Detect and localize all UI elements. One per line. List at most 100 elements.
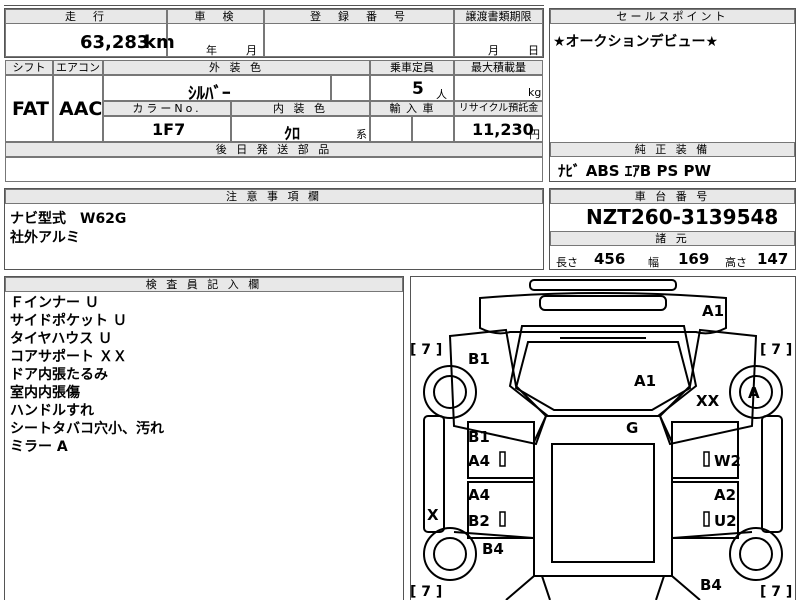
roof	[551, 443, 655, 563]
int-color-cell	[231, 116, 370, 142]
chassis-value: NZT260-3139548	[586, 205, 779, 229]
capacity-unit: 人	[436, 88, 447, 101]
int-color-header: 内 装 色	[231, 101, 370, 116]
front-bumper-top	[529, 279, 677, 291]
mark-quarter-left: B4	[482, 540, 504, 558]
notes-line-1: ナビ型式 W62G	[10, 211, 127, 227]
shift-header: シフト	[5, 60, 53, 75]
equipment-value: ﾅﾋﾞ ABS ｴｱB PS PW	[558, 162, 712, 180]
front-bumper-mid	[539, 295, 667, 311]
inspector-line: 室内内張傷	[10, 385, 80, 401]
recycle-unit: 円	[529, 128, 540, 141]
width-label: 幅	[648, 256, 659, 269]
front-bumper-outer	[479, 292, 727, 335]
transfer-header: 譲渡書類期限	[454, 9, 543, 24]
mark-rear-right: B4	[700, 576, 722, 594]
inspection-year: 年	[206, 44, 217, 57]
wheel-bottom-left-inner	[433, 537, 467, 571]
mark-door-fl-top: B1	[468, 428, 490, 446]
wheel-top-left	[423, 365, 477, 419]
recycle-header: リサイクル預託金	[454, 101, 543, 116]
height-label: 高さ	[725, 256, 747, 269]
length-value: 456	[594, 250, 626, 268]
handle-fr	[703, 451, 710, 467]
color-no-value: 1F7	[152, 120, 186, 139]
registration-cell	[264, 24, 454, 57]
tire-bottom-left: [ 7 ]	[410, 584, 442, 600]
mark-wheel-right: A	[748, 384, 760, 402]
recycle-value: 11,230	[472, 120, 534, 139]
hood-outline	[508, 325, 698, 417]
height-value: 147	[757, 250, 789, 268]
aircon-value: AAC	[59, 98, 103, 120]
tire-top-right: [ 7 ]	[760, 342, 792, 358]
inspector-line: タイヤハウス Ｕ	[10, 331, 113, 347]
windshield	[514, 341, 692, 411]
mark-door-rr-top: A2	[714, 486, 736, 504]
width-value: 169	[678, 250, 710, 268]
transfer-month: 月	[488, 44, 499, 57]
car-diagram: A1 A1 G B1 XX A B1 A4 W2 A4 B2 A2 U2 X B…	[410, 279, 792, 600]
shift-value: FAT	[12, 98, 49, 120]
import-cell-b	[412, 116, 454, 142]
inspector-line: コアサポート ＸＸ	[10, 349, 127, 365]
wheel-bottom-right-inner	[739, 537, 773, 571]
aircon-header: エアコン	[53, 60, 103, 75]
mark-fender-right-xx: XX	[696, 392, 720, 410]
inspector-lines: Ｆインナー Ｕ サイドポケット Ｕ タイヤハウス Ｕ コアサポート ＸＸ ドア内…	[10, 294, 164, 456]
wheel-top-left-inner	[433, 375, 467, 409]
wheel-bottom-right	[729, 527, 783, 581]
mark-door-rl-bottom: B2	[468, 512, 490, 530]
color-no-header: カラーNo.	[103, 101, 231, 116]
inspection-header: 車 検	[167, 9, 264, 24]
mark-hood: A1	[634, 372, 656, 390]
hood-lines	[550, 331, 656, 339]
mark-door-fl-bottom: A4	[468, 452, 490, 470]
mark-door-rl-top: A4	[468, 486, 490, 504]
load-header: 最大積載量	[454, 60, 543, 75]
rear-window	[541, 575, 666, 600]
handle-fl	[499, 451, 506, 467]
mark-roof: G	[626, 419, 638, 437]
inspection-month: 月	[246, 44, 257, 57]
inspector-line: ドア内張たるみ	[10, 367, 108, 383]
mark-door-fr: W2	[714, 452, 741, 470]
chassis-header: 車 台 番 号	[550, 189, 795, 204]
handle-rl	[499, 511, 506, 527]
inspector-header: 検 査 員 記 入 欄	[5, 277, 403, 292]
int-color-value: ｸﾛ	[284, 124, 301, 143]
registration-header: 登 録 番 号	[264, 9, 454, 24]
inspector-line: Ｆインナー Ｕ	[10, 295, 99, 311]
capacity-value: 5	[412, 79, 424, 99]
ext-color-header: 外 装 色	[103, 60, 370, 75]
sales-point-header: セールスポイント	[550, 9, 795, 24]
inspector-line: ハンドルすれ	[10, 403, 94, 419]
inspector-line: ミラー A	[10, 439, 68, 455]
capacity-header: 乗車定員	[370, 60, 454, 75]
handle-rr	[703, 511, 710, 527]
mark-door-rr-bottom: U2	[714, 512, 737, 530]
ext-color-extra-cell	[331, 75, 370, 101]
int-color-suffix: 系	[356, 128, 367, 141]
inspector-line: シートタバコ穴小、汚れ	[10, 421, 164, 437]
dims-header: 諸 元	[550, 231, 795, 246]
length-label: 長さ	[556, 256, 578, 269]
notes-header: 注 意 事 項 欄	[5, 189, 543, 204]
mileage-header: 走 行	[5, 9, 167, 24]
transfer-day: 日	[528, 44, 539, 57]
wheel-bottom-left	[423, 527, 477, 581]
parts-header: 後 日 発 送 部 品	[5, 142, 543, 157]
import-header: 輸 入 車	[370, 101, 454, 116]
sill-right	[761, 415, 783, 533]
tire-bottom-right: [ 7 ]	[760, 584, 792, 600]
sales-point-text: ★オークションデビュー★	[553, 34, 719, 50]
inspector-line: サイドポケット Ｕ	[10, 313, 127, 329]
import-cell-a	[370, 116, 412, 142]
top-left-strip	[4, 0, 544, 6]
load-unit: kg	[528, 86, 542, 99]
cabin-outline	[533, 415, 673, 577]
parts-cell	[5, 157, 543, 182]
mileage-value: 63,283	[80, 32, 150, 53]
mark-fender-left: B1	[468, 350, 490, 368]
mark-sill-left: X	[427, 506, 439, 524]
